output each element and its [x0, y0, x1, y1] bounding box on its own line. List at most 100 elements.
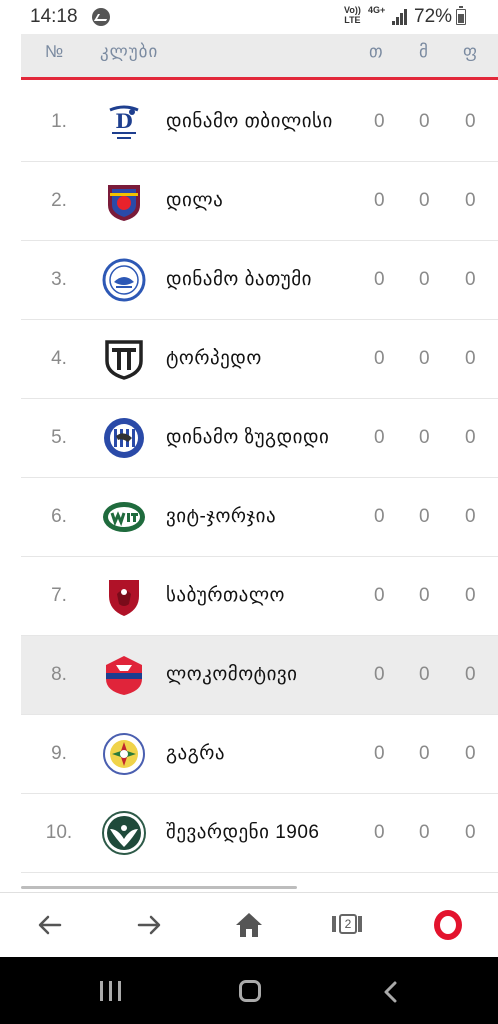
row-rank: 6. — [51, 506, 67, 527]
volte-label: Vo)) — [344, 5, 361, 15]
row-rank: 1. — [51, 111, 67, 132]
status-bar: 14:18 Vo)) LTE 4G+ 72% — [0, 0, 498, 34]
stat-played: 0 — [374, 506, 385, 527]
stat-played: 0 — [374, 190, 385, 211]
status-time: 14:18 — [30, 6, 78, 27]
stat-won: 0 — [419, 348, 430, 369]
stat-drawn: 0 — [465, 348, 476, 369]
club-name[interactable]: ლოკომოტივი — [166, 663, 298, 686]
table-row[interactable]: 4. ტორპედო 0 0 0 — [21, 320, 498, 399]
club-name[interactable]: ვიტ-ჯორჯია — [166, 505, 276, 528]
club-name[interactable]: დინამო ზუგდიდი — [166, 426, 329, 449]
forward-button[interactable] — [131, 907, 167, 943]
home-icon — [236, 913, 262, 937]
row-rank: 4. — [51, 348, 67, 369]
stat-drawn: 0 — [465, 111, 476, 132]
stat-drawn: 0 — [465, 269, 476, 290]
home-button[interactable] — [231, 907, 267, 943]
dinamo-zugdidi-logo — [104, 418, 144, 458]
stat-played: 0 — [374, 111, 385, 132]
header-rank: № — [45, 42, 64, 61]
browser-toolbar: 2 — [0, 892, 498, 957]
table-row[interactable]: 2. დილა 0 0 0 — [21, 162, 498, 241]
standings-table: № კლუბი თ მ ფ 1. D დინამო თბილისი 0 0 0 … — [21, 34, 498, 887]
stat-drawn: 0 — [465, 743, 476, 764]
stat-won: 0 — [419, 585, 430, 606]
tab-count: 2 — [339, 914, 357, 934]
table-row[interactable]: 1. D დინამო თბილისი 0 0 0 — [21, 83, 498, 162]
stat-won: 0 — [419, 269, 430, 290]
tabs-icon — [332, 916, 336, 932]
opera-menu-icon — [434, 910, 462, 940]
stat-drawn: 0 — [465, 190, 476, 211]
header-col-won: მ — [419, 42, 428, 61]
table-header: № კლუბი თ მ ფ — [21, 34, 498, 80]
table-row[interactable]: 5. დინამო ზუგდიდი 0 0 0 — [21, 399, 498, 478]
stat-drawn: 0 — [465, 506, 476, 527]
forward-arrow-icon — [137, 915, 161, 935]
stat-won: 0 — [419, 427, 430, 448]
row-rank: 8. — [51, 664, 67, 685]
table-row[interactable]: 9. გაგრა 0 0 0 — [21, 715, 498, 794]
gagra-logo — [103, 733, 145, 775]
club-name[interactable]: დინამო თბილისი — [166, 110, 333, 133]
home-circle-icon[interactable] — [239, 980, 261, 1002]
back-chevron-icon[interactable] — [380, 981, 402, 1003]
header-col-drawn: ფ — [463, 42, 478, 61]
club-name[interactable]: დინამო ბათუმი — [166, 268, 312, 291]
stat-played: 0 — [374, 664, 385, 685]
mobile-data-label: 4G+ — [368, 5, 386, 15]
messenger-icon — [92, 8, 110, 26]
stat-played: 0 — [374, 269, 385, 290]
header-col-played: თ — [369, 42, 383, 61]
table-row[interactable]: 3. დინამო ბათუმი 0 0 0 — [21, 241, 498, 320]
header-club: კლუბი — [100, 42, 159, 61]
recent-apps-icon[interactable] — [100, 981, 122, 1001]
horizontal-scrollbar[interactable] — [21, 886, 297, 889]
row-rank: 7. — [51, 585, 67, 606]
stat-played: 0 — [374, 822, 385, 843]
tabs-button[interactable]: 2 — [330, 907, 366, 943]
tabs-icon-side — [358, 916, 362, 932]
stat-played: 0 — [374, 427, 385, 448]
stat-won: 0 — [419, 743, 430, 764]
battery-icon — [456, 6, 466, 25]
club-name[interactable]: ტორპედო — [166, 347, 262, 370]
club-name[interactable]: გაგრა — [166, 742, 225, 765]
back-button[interactable] — [32, 907, 68, 943]
club-name[interactable]: შევარდენი 1906 — [166, 821, 320, 844]
club-name[interactable]: საბურთალო — [166, 584, 285, 607]
battery-percent: 72% — [414, 6, 453, 27]
stat-played: 0 — [374, 743, 385, 764]
torpedo-logo — [105, 340, 143, 380]
wit-georgia-logo — [103, 502, 145, 532]
stat-won: 0 — [419, 506, 430, 527]
table-row[interactable]: 10. შევარდენი 1906 0 0 0 — [21, 794, 498, 873]
stat-won: 0 — [419, 190, 430, 211]
row-rank: 10. — [45, 822, 73, 843]
system-nav-bar — [0, 957, 498, 1024]
opera-menu-button[interactable] — [430, 907, 466, 943]
back-arrow-icon — [38, 915, 62, 935]
club-name[interactable]: დილა — [166, 189, 223, 212]
stat-drawn: 0 — [465, 585, 476, 606]
dila-logo — [108, 185, 140, 221]
stat-won: 0 — [419, 664, 430, 685]
lte-label: LTE — [344, 15, 361, 25]
stat-drawn: 0 — [465, 664, 476, 685]
shevardeni-logo — [102, 811, 146, 855]
stat-played: 0 — [374, 348, 385, 369]
lokomotivi-logo — [106, 656, 142, 695]
dinamo-tbilisi-logo: D — [109, 105, 139, 139]
saburtalo-logo — [109, 580, 139, 616]
stat-drawn: 0 — [465, 822, 476, 843]
stat-won: 0 — [419, 111, 430, 132]
stat-drawn: 0 — [465, 427, 476, 448]
stat-won: 0 — [419, 822, 430, 843]
table-row[interactable]: 7. საბურთალო 0 0 0 — [21, 557, 498, 636]
row-rank: 9. — [51, 743, 67, 764]
table-row[interactable]: 6. ვიტ-ჯორჯია 0 0 0 — [21, 478, 498, 557]
stat-played: 0 — [374, 585, 385, 606]
table-row[interactable]: 8. ლოკომოტივი 0 0 0 — [21, 636, 498, 715]
signal-icon — [392, 9, 408, 25]
